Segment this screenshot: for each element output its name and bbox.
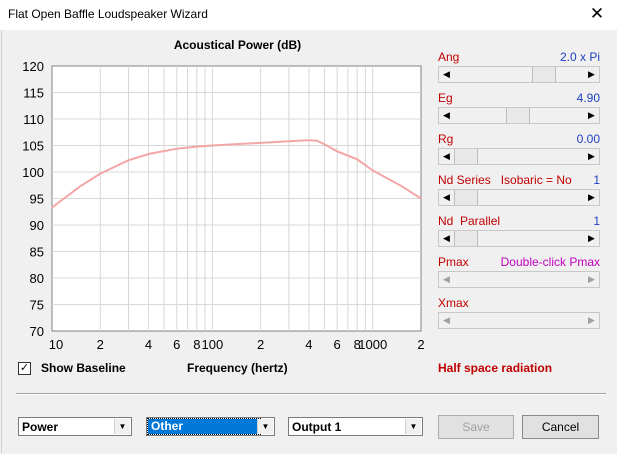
output-dropdown[interactable]: Output 1 ▼ [288,417,423,436]
output-dropdown-value: Output 1 [292,420,342,434]
chevron-down-icon[interactable]: ▼ [257,419,273,434]
xmax-label: Xmax [438,296,469,310]
save-button[interactable]: Save [438,415,514,439]
scroll-left-icon[interactable]: ◀ [439,231,454,246]
rg-value: 0.00 [576,132,600,146]
scroll-left-icon[interactable]: ◀ [439,108,454,123]
scroll-right-icon[interactable]: ▶ [584,149,599,164]
pmax-scrollbar: ◀ ▶ [438,271,600,288]
nd-parallel-value: 1 [593,214,600,228]
show-baseline-checkbox[interactable]: ✓ [18,362,31,375]
power-dropdown-value: Power [22,420,59,434]
pmax-label: Pmax [438,255,469,269]
separator [16,393,606,395]
y-tick-label: 90 [30,218,44,233]
power-dropdown[interactable]: Power ▼ [18,417,132,436]
nd-parallel-label: Nd Parallel [438,214,501,228]
x-axis-label: Frequency (hertz) [187,361,288,375]
nd-series-value: 1 [593,173,600,187]
nd-parallel-scrollbar[interactable]: ◀ ▶ [438,230,600,247]
ang-label: Ang [438,50,460,64]
y-tick-label: 110 [23,112,44,127]
y-tick-label: 95 [30,192,44,207]
y-tick-label: 100 [22,165,44,180]
ang-value: 2.0 x Pi [559,50,600,64]
scroll-right-icon[interactable]: ▶ [584,231,599,246]
nd-series-label: Nd Series Isobaric = No [438,173,572,187]
y-tick-label: 85 [30,245,44,260]
eg-value: 4.90 [576,91,600,105]
ang-scrollbar[interactable]: ◀ ▶ [438,66,600,83]
other-dropdown[interactable]: Other ▼ [146,417,275,436]
y-tick-labels: 120 115 110 105 100 95 90 85 80 75 70 [22,59,44,339]
x-tick-label: 10 [49,337,63,352]
rg-thumb[interactable] [454,149,478,164]
eg-scrollbar[interactable]: ◀ ▶ [438,107,600,124]
nd-series-thumb[interactable] [454,190,478,205]
scroll-left-icon[interactable]: ◀ [439,67,454,82]
scroll-left-icon[interactable]: ◀ [439,149,454,164]
x-tick-label: 1000 [358,337,387,352]
other-dropdown-value: Other [147,418,261,435]
y-tick-label: 70 [30,324,44,339]
scroll-right-icon[interactable]: ▶ [584,108,599,123]
show-baseline-label[interactable]: Show Baseline [41,361,126,375]
x-tick-label: 6 [173,337,180,352]
x-tick-label: 4 [305,337,312,352]
scroll-left-icon: ◀ [443,274,450,284]
x-tick-label: 4 [145,337,152,352]
x-tick-label: 6 [334,337,341,352]
x-tick-label: 2 [417,337,424,352]
y-tick-label: 105 [22,139,44,154]
y-tick-label: 75 [30,298,44,313]
ang-thumb[interactable] [531,67,556,82]
nd-series-scrollbar[interactable]: ◀ ▶ [438,189,600,206]
x-tick-label: 8 [193,337,200,352]
chevron-down-icon[interactable]: ▼ [114,419,130,434]
scroll-right-icon: ▶ [588,315,595,325]
chevron-down-icon[interactable]: ▼ [405,419,421,434]
scroll-right-icon[interactable]: ▶ [584,67,599,82]
xmax-scrollbar: ◀ ▶ [438,312,600,329]
x-tick-labels: 10 2 4 6 8 100 2 4 6 81000 2 [49,337,425,352]
x-tick-label: 2 [97,337,104,352]
y-tick-label: 80 [30,271,44,286]
scroll-left-icon[interactable]: ◀ [439,190,454,205]
nd-parallel-thumb[interactable] [454,231,478,246]
x-tick-label: 2 [257,337,264,352]
y-tick-label: 115 [23,86,44,101]
scroll-left-icon: ◀ [443,315,450,325]
half-space-status: Half space radiation [438,361,553,375]
y-tick-label: 120 [22,59,44,74]
pmax-value[interactable]: Double-click Pmax [490,255,600,269]
rg-scrollbar[interactable]: ◀ ▶ [438,148,600,165]
eg-thumb[interactable] [505,108,530,123]
eg-label: Eg [438,91,453,105]
cancel-button[interactable]: Cancel [522,415,599,439]
scroll-right-icon[interactable]: ▶ [584,190,599,205]
rg-label: Rg [438,132,454,146]
scroll-right-icon: ▶ [588,274,595,284]
x-tick-label: 100 [202,337,224,352]
